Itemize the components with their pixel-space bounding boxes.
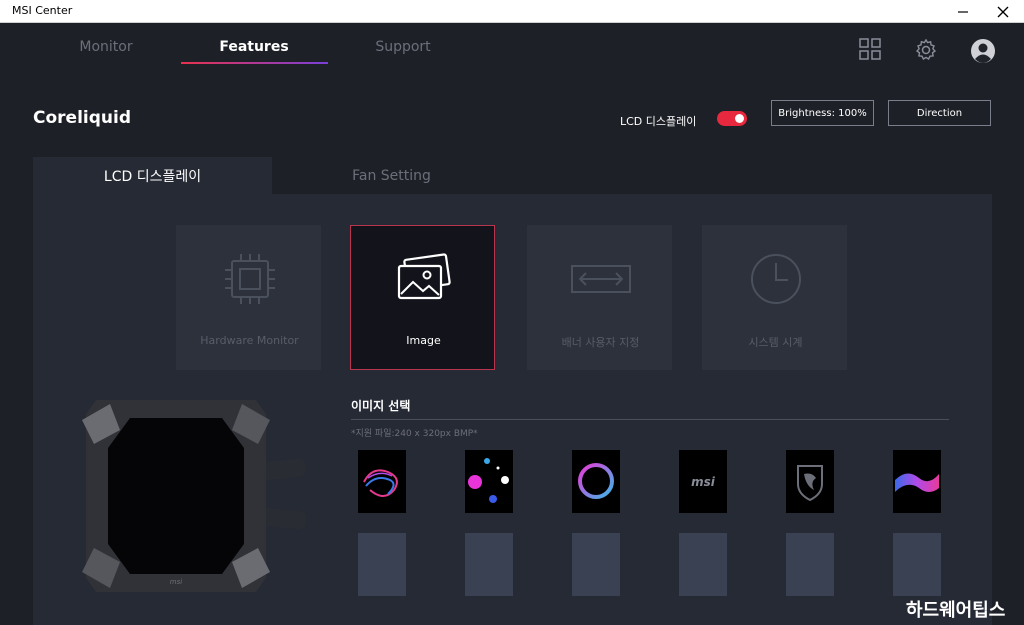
empty-image-slot[interactable] [679,533,727,596]
tab-monitor[interactable]: Monitor [33,39,179,55]
direction-button[interactable]: Direction [888,100,991,126]
thumbnail-dots[interactable] [465,450,513,513]
grid-icon[interactable] [859,38,881,64]
watermark: 하드웨어팁스 [906,600,1006,621]
mode-system-clock[interactable]: 시스템 시계 [702,225,847,370]
image-select-title: 이미지 선택 [351,399,411,413]
gear-icon[interactable] [914,38,938,66]
title-bar: MSI Center [0,0,1024,23]
mode-custom-banner[interactable]: 배너 사용자 지정 [527,225,672,370]
svg-text:msi: msi [170,578,182,586]
mode-image[interactable]: Image [350,225,495,370]
thumbnail-wave[interactable] [893,450,941,513]
minimize-icon [958,10,968,13]
active-tab-indicator [181,62,328,64]
thumbnail-swirl[interactable] [358,450,406,513]
mode-hardware-monitor[interactable]: Hardware Monitor [176,225,321,370]
empty-image-slot[interactable] [893,533,941,596]
subtab-lcd-display[interactable]: LCD 디스플레이 [33,157,272,194]
mode-label: 배너 사용자 지정 [561,336,640,349]
mode-label: Hardware Monitor [200,334,299,347]
cpu-chip-icon [224,254,275,304]
divider [351,419,949,420]
toggle-knob [735,114,744,123]
msi-logo-icon: msi [691,475,716,489]
clock-icon [750,254,801,304]
window-title: MSI Center [12,4,73,17]
colored-dots-icon [468,458,509,503]
empty-image-slot[interactable] [358,533,406,596]
subtab-fan-setting[interactable]: Fan Setting [272,157,511,194]
msi-dragon-shield-icon [797,465,823,502]
thumbnail-ring[interactable] [572,450,620,513]
device-title: Coreliquid [33,108,131,128]
mode-label: 시스템 시계 [748,336,803,349]
avatar[interactable] [970,38,996,68]
mode-label: Image [406,334,441,347]
wave-gradient-icon [895,473,939,492]
user-icon [971,39,995,63]
svg-text:msi: msi [691,475,716,489]
tab-features[interactable]: Features [181,39,327,55]
lcd-display-toggle[interactable] [717,111,747,126]
tab-support[interactable]: Support [330,39,476,55]
supported-format-note: *지원 파일:240 x 320px BMP* [351,429,478,439]
empty-image-slot[interactable] [572,533,620,596]
brightness-button[interactable]: Brightness: 100% [771,100,874,126]
thumbnail-msi-dragon[interactable] [786,450,834,513]
thumbnail-msi-logo[interactable]: msi [679,450,727,513]
lcd-toggle-label: LCD 디스플레이 [620,115,697,128]
neon-ring-icon [578,463,614,499]
banner-arrows-icon [570,265,631,293]
swirl-neon-icon [363,469,398,497]
empty-image-slot[interactable] [465,533,513,596]
image-gallery-icon [397,253,451,300]
empty-image-slot[interactable] [786,533,834,596]
coreliquid-cooler-image: msi [80,400,310,596]
close-button[interactable] [980,0,1024,23]
close-icon [997,6,1009,17]
